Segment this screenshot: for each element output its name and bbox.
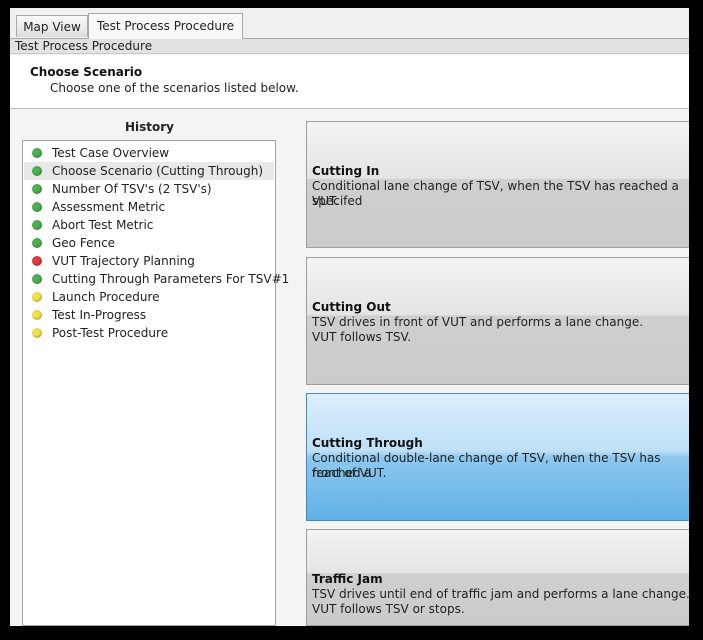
card-description-line-2: front of VUT. bbox=[312, 466, 387, 480]
scenario-header: Choose Scenario Choose one of the scenar… bbox=[10, 55, 689, 109]
history-item-choose-scenario[interactable]: Choose Scenario (Cutting Through) bbox=[24, 162, 274, 180]
status-red-icon bbox=[32, 256, 42, 266]
scenario-card-cutting-in[interactable]: Cutting In Conditional lane change of TS… bbox=[306, 121, 689, 248]
status-yellow-icon bbox=[32, 292, 42, 302]
scenario-description: Choose one of the scenarios listed below… bbox=[50, 81, 299, 95]
history-item-label: Launch Procedure bbox=[52, 290, 160, 304]
history-item-label: Assessment Metric bbox=[52, 200, 166, 214]
scenario-card-cutting-out[interactable]: Cutting Out TSV drives in front of VUT a… bbox=[306, 257, 689, 385]
history-item-launch-procedure[interactable]: Launch Procedure bbox=[24, 288, 274, 306]
scenario-card-cutting-through[interactable]: Cutting Through Conditional double-lane … bbox=[306, 393, 689, 521]
card-title: Cutting Out bbox=[312, 300, 391, 314]
card-description-line-1: TSV drives in front of VUT and performs … bbox=[312, 315, 644, 329]
history-item-vut-trajectory-planning[interactable]: VUT Trajectory Planning bbox=[24, 252, 274, 270]
tab-bar: Map View Test Process Procedure bbox=[10, 8, 689, 39]
history-item-geo-fence[interactable]: Geo Fence bbox=[24, 234, 274, 252]
history-item-label: Abort Test Metric bbox=[52, 218, 154, 232]
panel-header: Test Process Procedure bbox=[10, 39, 689, 54]
history-list: Test Case Overview Choose Scenario (Cutt… bbox=[22, 140, 289, 626]
history-item-label: Geo Fence bbox=[52, 236, 116, 250]
history-item-test-case-overview[interactable]: Test Case Overview bbox=[24, 144, 274, 162]
history-item-label: Number Of TSV's (2 TSV's) bbox=[52, 182, 212, 196]
card-description-line-1: TSV drives until end of traffic jam and … bbox=[312, 587, 689, 601]
history-item-assessment-metric[interactable]: Assessment Metric bbox=[24, 198, 274, 216]
status-green-icon bbox=[32, 184, 42, 194]
card-title: Cutting In bbox=[312, 164, 380, 178]
history-item-label: Cutting Through Parameters For TSV#1 bbox=[52, 272, 290, 286]
history-item-label: VUT Trajectory Planning bbox=[52, 254, 195, 268]
app-window: Map View Test Process Procedure Test Pro… bbox=[10, 8, 689, 626]
card-description-line-2: VUT follows TSV. bbox=[312, 330, 412, 344]
scenario-title: Choose Scenario bbox=[30, 65, 143, 79]
tab-map-view[interactable]: Map View bbox=[16, 15, 88, 37]
status-green-icon bbox=[32, 202, 42, 212]
status-yellow-icon bbox=[32, 328, 42, 338]
scenario-card-traffic-jam[interactable]: Traffic Jam TSV drives until end of traf… bbox=[306, 529, 689, 626]
history-item-number-of-tsvs[interactable]: Number Of TSV's (2 TSV's) bbox=[24, 180, 274, 198]
card-title: Cutting Through bbox=[312, 436, 423, 450]
status-green-icon bbox=[32, 220, 42, 230]
card-title: Traffic Jam bbox=[312, 572, 383, 586]
history-item-cutting-through-parameters[interactable]: Cutting Through Parameters For TSV#1 bbox=[24, 270, 289, 288]
status-green-icon bbox=[32, 148, 42, 158]
history-item-abort-test-metric[interactable]: Abort Test Metric bbox=[24, 216, 274, 234]
status-green-icon bbox=[32, 274, 42, 284]
history-item-test-in-progress[interactable]: Test In-Progress bbox=[24, 306, 274, 324]
history-item-label: Choose Scenario (Cutting Through) bbox=[52, 164, 264, 178]
history-item-label: Test In-Progress bbox=[52, 308, 147, 322]
history-item-label: Post-Test Procedure bbox=[52, 326, 169, 340]
history-item-post-test-procedure[interactable]: Post-Test Procedure bbox=[24, 324, 274, 342]
history-title: History bbox=[124, 120, 175, 134]
card-description-line-2: VUT. bbox=[312, 194, 339, 208]
status-yellow-icon bbox=[32, 310, 42, 320]
tab-test-process-procedure[interactable]: Test Process Procedure bbox=[88, 13, 243, 39]
status-green-icon bbox=[32, 166, 42, 176]
status-green-icon bbox=[32, 238, 42, 248]
history-item-label: Test Case Overview bbox=[52, 146, 170, 160]
card-description-line-2: VUT follows TSV or stops. bbox=[312, 602, 465, 616]
